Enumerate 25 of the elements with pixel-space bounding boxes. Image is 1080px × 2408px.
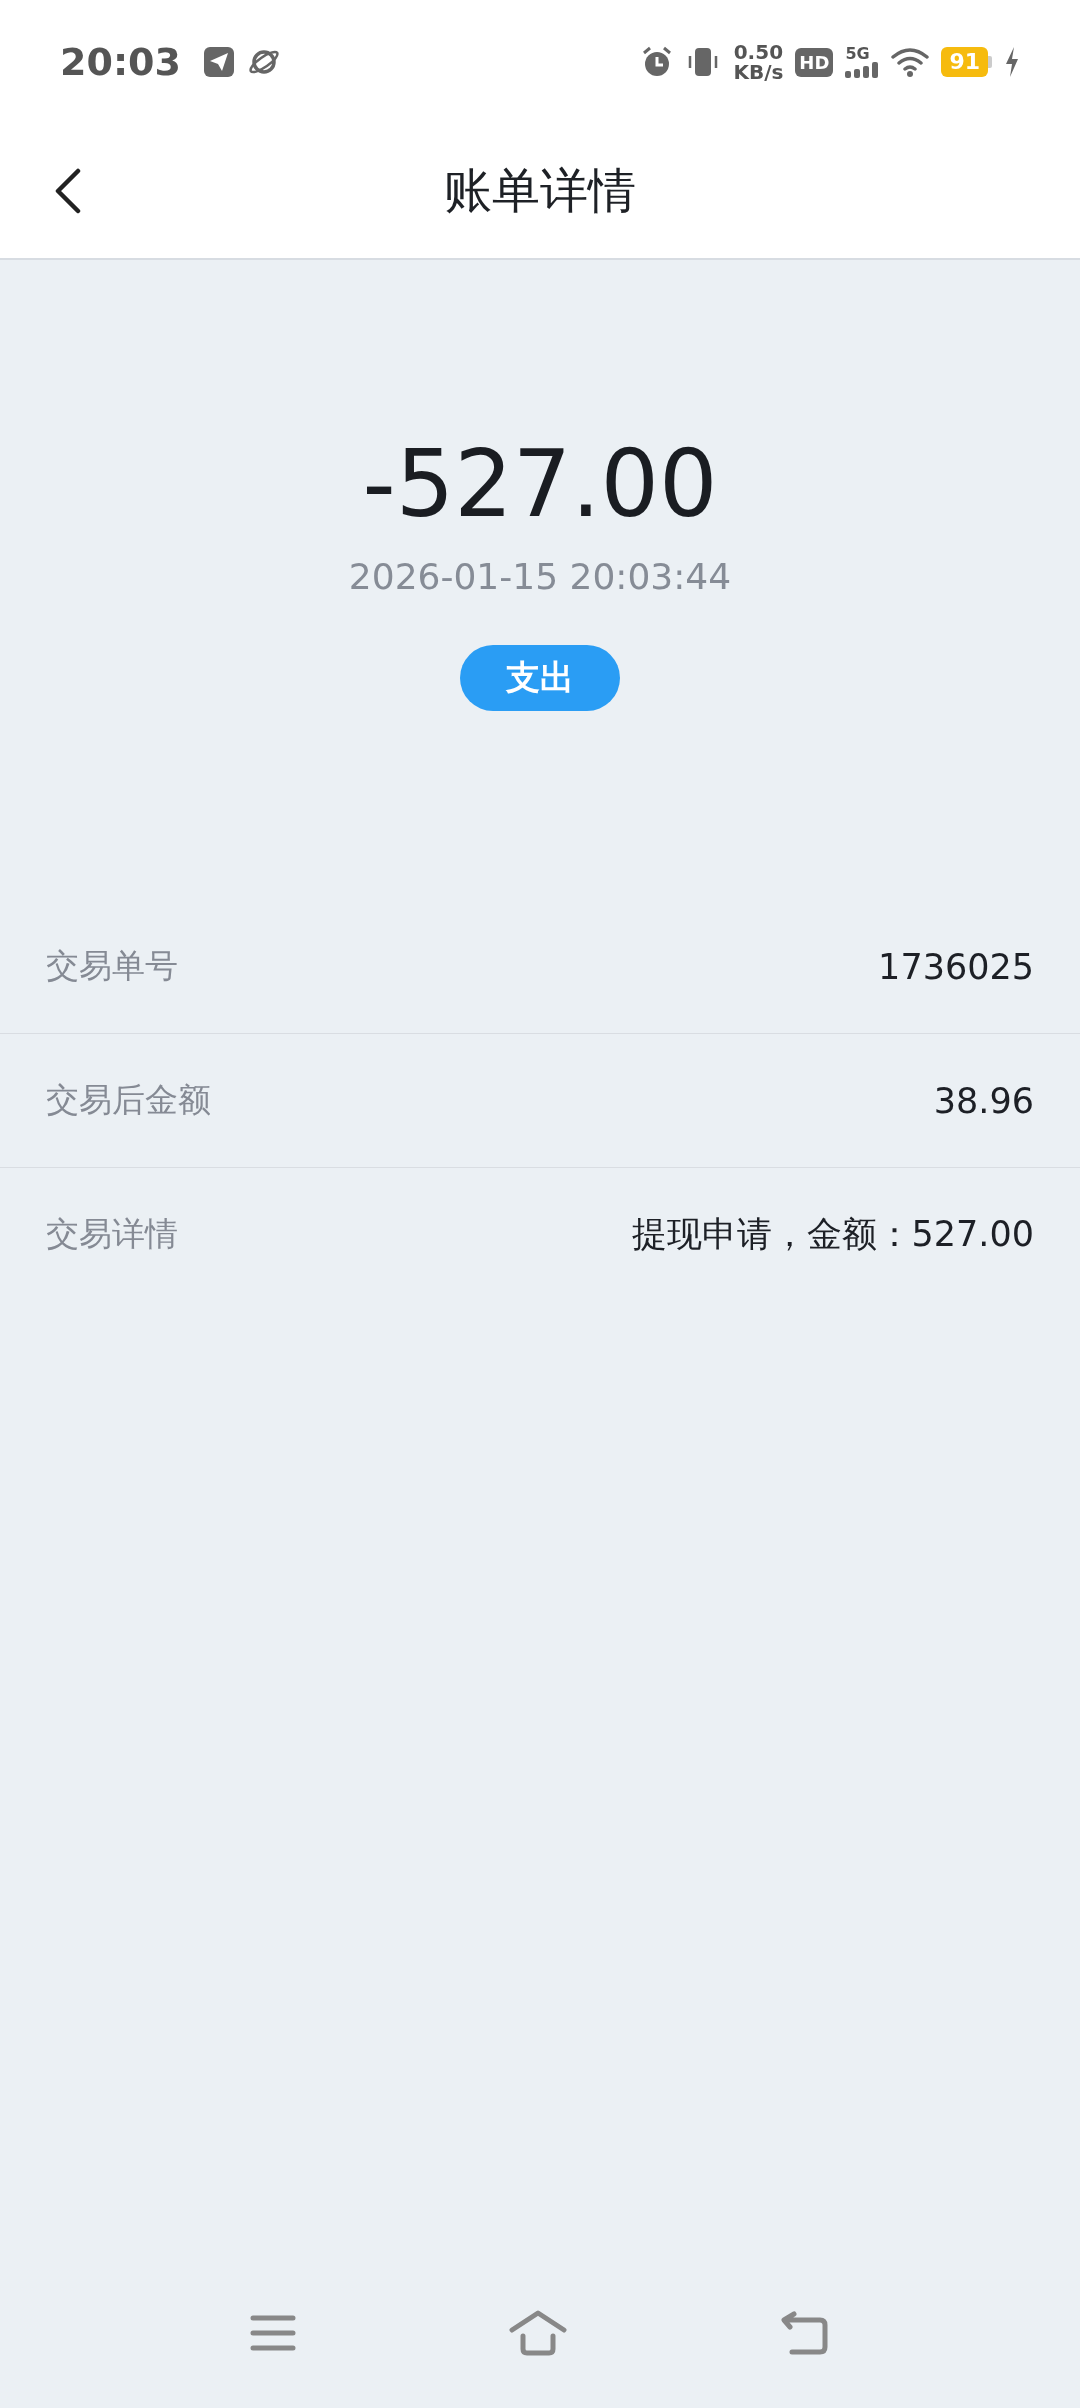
detail-value: 38.96 bbox=[933, 1080, 1034, 1121]
charging-icon bbox=[1004, 46, 1020, 78]
hd-badge: HD bbox=[795, 47, 834, 77]
detail-value: 提现申请，金额：527.00 bbox=[631, 1213, 1034, 1256]
detail-value: 1736025 bbox=[878, 946, 1034, 987]
type-badge: 支出 bbox=[460, 645, 620, 711]
back-icon[interactable] bbox=[54, 168, 82, 214]
detail-label: 交易详情 bbox=[46, 1213, 178, 1255]
home-icon[interactable] bbox=[509, 2310, 567, 2356]
speed-value: 0.50 bbox=[733, 42, 784, 62]
paper-plane-icon bbox=[202, 46, 235, 78]
signal-icon bbox=[845, 62, 880, 78]
amount: -527.00 bbox=[362, 430, 718, 540]
battery-level: 91 bbox=[941, 47, 988, 77]
transaction-datetime: 2026-01-15 20:03:44 bbox=[348, 556, 732, 597]
menu-icon[interactable] bbox=[250, 2313, 296, 2353]
speed-unit: KB/s bbox=[733, 62, 784, 82]
network-type: 5G bbox=[845, 46, 870, 62]
page-title: 账单详情 bbox=[444, 161, 636, 220]
alarm-icon bbox=[641, 46, 674, 78]
detail-label: 交易单号 bbox=[46, 945, 178, 987]
status-time: 20:03 bbox=[60, 40, 181, 84]
detail-label: 交易后金额 bbox=[46, 1079, 211, 1121]
wifi-icon bbox=[891, 47, 930, 77]
back-nav-icon[interactable] bbox=[780, 2311, 830, 2355]
